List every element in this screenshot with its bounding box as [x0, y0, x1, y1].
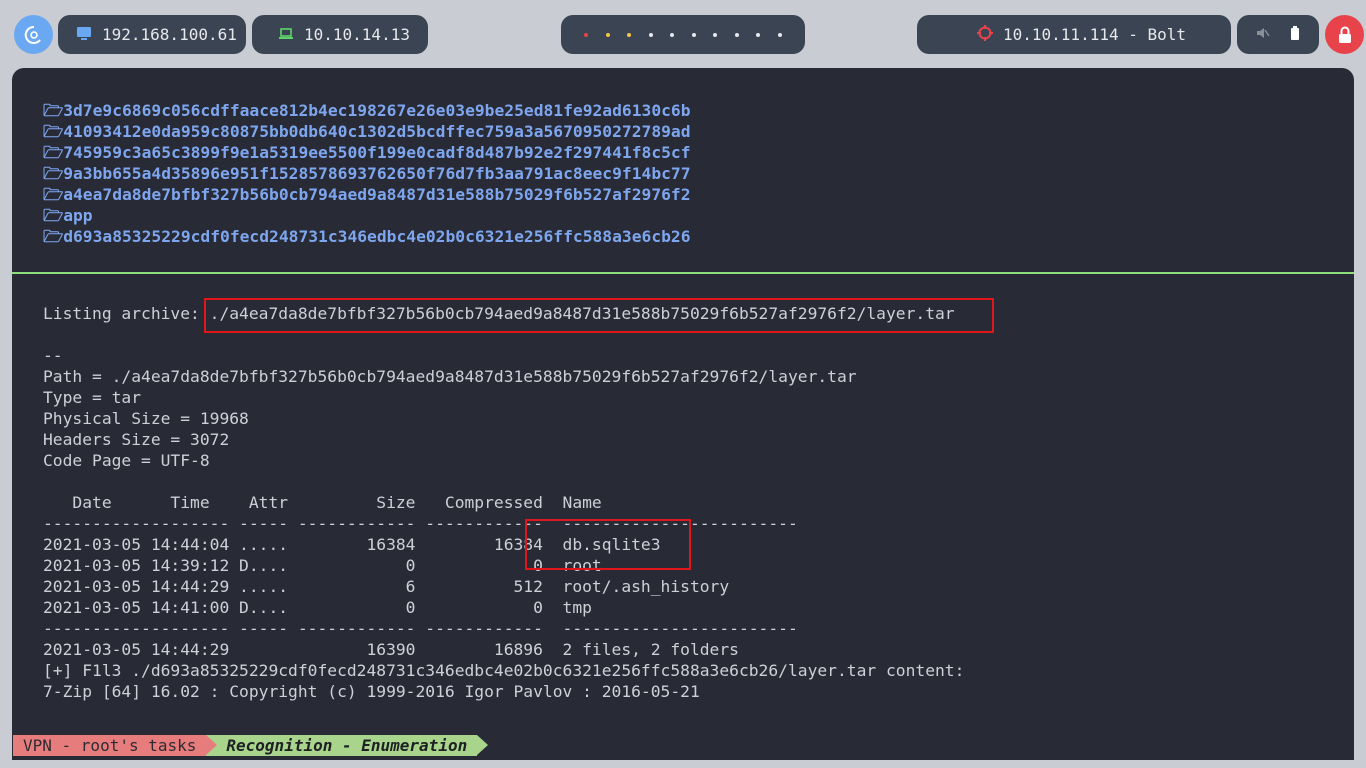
- workspace-dot[interactable]: [648, 32, 653, 37]
- f1l3-line: [+] F1l3 ./d693a85325229cdf0fecd248731c3…: [43, 661, 965, 680]
- session-segment[interactable]: VPN - root's tasks: [13, 735, 218, 756]
- local-ip-pill[interactable]: 192.168.100.61: [58, 15, 246, 54]
- table-summary: 2021-03-05 14:44:29 16390 16896 2 files,…: [43, 640, 739, 659]
- highlight-box-path: [204, 298, 994, 333]
- power-icon[interactable]: [1325, 15, 1364, 54]
- table-row: 2021-03-05 14:41:00 D.... 0 0 tmp: [43, 598, 592, 617]
- directory-entry: 🗁3d7e9c6869c056cdffaace812b4ec198267e26e…: [43, 101, 691, 120]
- workspace-dot[interactable]: [627, 32, 632, 37]
- powerline-arrow: [477, 735, 489, 755]
- directory-entry: 🗁d693a85325229cdf0fecd248731c346edbc4e02…: [43, 227, 691, 246]
- directory-entry: 🗁9a3bb655a4d35896e951f1528578693762650f7…: [43, 164, 691, 183]
- listing-label: Listing archive:: [43, 304, 210, 323]
- workspace-dot[interactable]: [605, 32, 610, 37]
- target-icon: [977, 24, 993, 45]
- top-bar: 192.168.100.61 10.10.14.13 10.10.11.114 …: [0, 0, 1366, 68]
- mute-icon[interactable]: [1256, 25, 1270, 44]
- system-tray[interactable]: [1237, 15, 1319, 54]
- local-ip-label: 192.168.100.61: [102, 25, 237, 44]
- table-row: 2021-03-05 14:44:29 ..... 6 512 root/.as…: [43, 577, 730, 596]
- info-line: Path = ./a4ea7da8de7bfbf327b56b0cb794aed…: [43, 367, 857, 386]
- info-line: Headers Size = 3072: [43, 430, 230, 449]
- session-label: VPN - root's tasks: [23, 736, 197, 755]
- powerline-arrow: [206, 735, 218, 755]
- info-line: Physical Size = 19968: [43, 409, 249, 428]
- table-header: Date Time Attr Size Compressed Name: [43, 493, 602, 512]
- terminal-pane-top[interactable]: 🗁3d7e9c6869c056cdffaace812b4ec198267e26e…: [12, 68, 1354, 272]
- directory-entry: 🗁app: [43, 206, 93, 225]
- vpn-ip-label: 10.10.14.13: [304, 25, 410, 44]
- battery-icon[interactable]: [1290, 25, 1300, 44]
- workspace-indicator[interactable]: [561, 15, 805, 54]
- info-line: --: [43, 346, 63, 365]
- table-row: 2021-03-05 14:39:12 D.... 0 0 root: [43, 556, 602, 575]
- vpn-ip-pill[interactable]: 10.10.14.13: [252, 15, 428, 54]
- workspace-dot[interactable]: [713, 32, 718, 37]
- tmux-statusbar: VPN - root's tasks Recognition - Enumera…: [13, 735, 489, 756]
- monitor-icon: [76, 25, 92, 44]
- table-separator: ------------------- ----- ------------ -…: [43, 619, 798, 638]
- info-line: Type = tar: [43, 388, 142, 407]
- window-label: Recognition - Enumeration: [226, 736, 468, 755]
- directory-entry: 🗁a4ea7da8de7bfbf327b56b0cb794aed9a8487d3…: [43, 185, 691, 204]
- sevenzip-line: 7-Zip [64] 16.02 : Copyright (c) 1999-20…: [43, 682, 700, 701]
- terminal-window[interactable]: 🗁3d7e9c6869c056cdffaace812b4ec198267e26e…: [12, 68, 1354, 760]
- target-label: 10.10.11.114 - Bolt: [1003, 25, 1187, 44]
- highlight-box-db: [525, 519, 691, 570]
- directory-entry: 🗁41093412e0da959c80875bb0db640c1302d5bcd…: [43, 122, 691, 141]
- workspace-dot[interactable]: [670, 32, 675, 37]
- directory-entry: 🗁745959c3a65c3899f9e1a5319ee5500f199e0ca…: [43, 143, 691, 162]
- window-segment[interactable]: Recognition - Enumeration: [206, 735, 489, 756]
- workspace-dot[interactable]: [756, 32, 761, 37]
- workspace-dot[interactable]: [691, 32, 696, 37]
- info-line: Code Page = UTF-8: [43, 451, 210, 470]
- workspace-dot[interactable]: [777, 32, 782, 37]
- target-pill[interactable]: 10.10.11.114 - Bolt: [917, 15, 1231, 54]
- laptop-icon: [278, 25, 294, 44]
- pane-divider[interactable]: [12, 272, 1354, 274]
- workspace-dot[interactable]: [734, 32, 739, 37]
- debian-logo-icon[interactable]: [14, 15, 53, 54]
- workspace-dot[interactable]: [584, 32, 589, 37]
